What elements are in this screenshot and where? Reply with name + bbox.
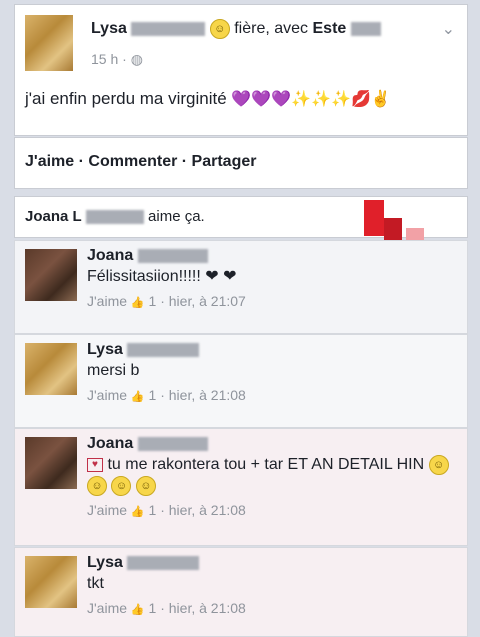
tagged-name[interactable]: Este	[313, 20, 347, 37]
comment-like-count: 1	[148, 502, 157, 518]
post-time-text: 15 h ·	[91, 51, 127, 67]
feeling-text: fière, avec	[234, 20, 309, 38]
share-action[interactable]: Partager	[192, 153, 257, 170]
post-card: Lysa ☺ fière, avec Este ⌄ 15 h · ◍ j'ai …	[14, 4, 468, 136]
comment-like-link[interactable]: J'aime	[87, 600, 127, 616]
commenter-name[interactable]: Joana	[87, 435, 133, 452]
commenter-avatar[interactable]	[25, 249, 77, 301]
comment-text: mersi b	[87, 362, 140, 379]
commenter-name[interactable]: Joana	[87, 247, 133, 264]
smiley-icon: ☺	[111, 475, 132, 496]
separator: ·	[78, 153, 84, 170]
comment-item: Lysa tkt J'aime 1 · hier, à 21:08	[14, 547, 468, 637]
post-header: Lysa ☺ fière, avec Este	[91, 19, 381, 39]
comment-like-count: 1	[148, 600, 157, 616]
blurred-name	[131, 22, 206, 36]
commenter-name[interactable]: Lysa	[87, 554, 123, 571]
comment-time[interactable]: · hier, à 21:07	[160, 293, 246, 309]
commenter-avatar[interactable]	[25, 556, 77, 608]
blurred-name	[127, 342, 200, 357]
author-avatar[interactable]	[25, 15, 73, 71]
author-name[interactable]: Lysa	[91, 20, 127, 37]
comment-item: Joana Félissitasiion!!!!! ❤ ❤ J'aime 1 ·…	[14, 240, 468, 334]
smiley-icon: ☺	[87, 475, 107, 496]
comment-meta: J'aime 1 · hier, à 21:08	[87, 500, 459, 523]
blurred-tagged	[350, 22, 381, 36]
comment-meta: J'aime 1 · hier, à 21:08	[87, 385, 459, 408]
comment-text: tkt	[87, 575, 104, 592]
thumbs-up-icon	[131, 500, 145, 523]
smiley-icon: ☺	[428, 454, 449, 475]
thumbs-up-icon	[131, 291, 145, 314]
love-letter-icon: ♥	[87, 457, 103, 472]
thumbs-up-icon	[131, 598, 145, 621]
smiley-icon: ☺	[209, 19, 230, 39]
blurred-liker	[85, 210, 144, 225]
smiley-icon: ☺	[135, 475, 156, 496]
liker-name[interactable]: Joana L	[25, 208, 82, 225]
comment-time[interactable]: · hier, à 21:08	[160, 502, 246, 518]
blurred-name	[127, 555, 200, 570]
thumbs-up-icon	[131, 385, 145, 408]
comment-text: tu me rakontera tou + tar ET AN DETAIL H…	[107, 456, 425, 473]
post-text-row: j'ai enfin perdu ma virginité 💜💜💜✨✨✨💋✌	[25, 89, 391, 109]
commenter-avatar[interactable]	[25, 343, 77, 395]
comment-like-link[interactable]: J'aime	[87, 387, 127, 403]
globe-icon: ◍	[130, 51, 143, 67]
comment-like-link[interactable]: J'aime	[87, 293, 127, 309]
like-action[interactable]: J'aime	[25, 153, 74, 170]
post-emojis: 💜💜💜✨✨✨💋✌	[231, 91, 391, 108]
comment-time[interactable]: · hier, à 21:08	[160, 387, 246, 403]
comment-meta: J'aime 1 · hier, à 21:08	[87, 598, 459, 621]
separator: ·	[181, 153, 188, 170]
comment-action[interactable]: Commenter	[88, 153, 177, 170]
comment-time[interactable]: · hier, à 21:08	[160, 600, 246, 616]
post-actions: J'aime · Commenter · Partager	[14, 137, 468, 189]
comment-text-row: ♥ tu me rakontera tou + tar ET AN DETAIL…	[87, 454, 457, 496]
comment-like-link[interactable]: J'aime	[87, 502, 127, 518]
blurred-name	[137, 436, 208, 451]
likes-text: aime ça.	[148, 208, 205, 225]
commenter-name[interactable]: Lysa	[87, 341, 123, 358]
comment-item: Joana ♥ tu me rakontera tou + tar ET AN …	[14, 428, 468, 546]
post-text: j'ai enfin perdu ma virginité	[25, 89, 227, 108]
post-time[interactable]: 15 h · ◍	[91, 51, 143, 68]
commenter-avatar[interactable]	[25, 437, 77, 489]
comment-item: Lysa mersi b J'aime 1 · hier, à 21:08	[14, 334, 468, 428]
blurred-name	[137, 248, 208, 263]
comment-like-count: 1	[148, 387, 157, 403]
chevron-down-icon[interactable]: ⌄	[442, 19, 455, 39]
comment-text: Félissitasiion!!!!! ❤ ❤	[87, 268, 237, 285]
comment-meta: J'aime 1 · hier, à 21:07	[87, 291, 459, 314]
comment-like-count: 1	[148, 293, 157, 309]
